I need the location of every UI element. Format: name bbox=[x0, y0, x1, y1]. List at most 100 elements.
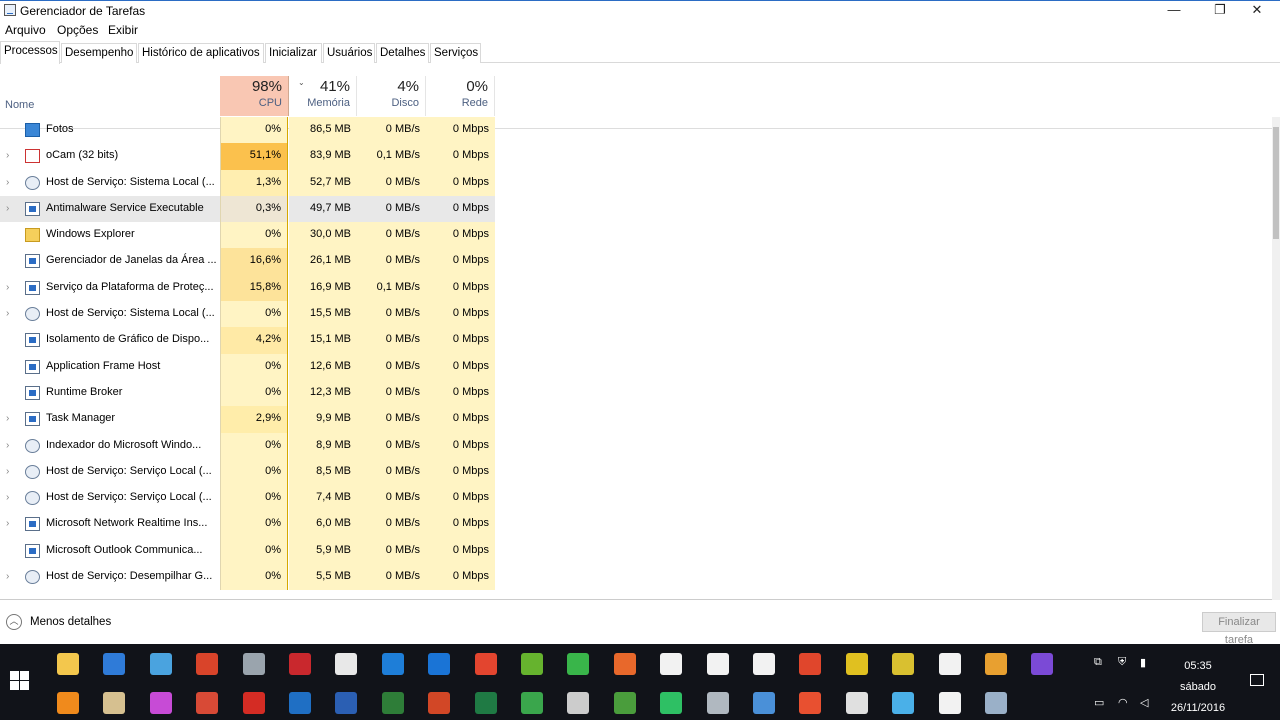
xbox-icon[interactable] bbox=[613, 692, 636, 714]
process-row[interactable]: › Serviço da Plataforma de Proteç... 15,8%… bbox=[0, 274, 1272, 302]
process-row[interactable]: › Host de Serviço: Sistema Local (... 1,3%… bbox=[0, 169, 1272, 196]
defender-tray-icon[interactable]: ⛨ bbox=[1118, 656, 1126, 669]
acrobat-icon[interactable] bbox=[242, 692, 265, 714]
start-button[interactable] bbox=[10, 671, 30, 691]
process-row[interactable]: › Host de Serviço: Serviço Local (... 0% 7,… bbox=[0, 485, 1272, 512]
media-icon[interactable] bbox=[799, 653, 822, 675]
gadget-icon[interactable] bbox=[753, 692, 775, 714]
tab-servicos[interactable]: Serviços bbox=[430, 43, 481, 63]
process-row[interactable]: Application Frame Host 0% 12,6 MB 0 MB/s 0 M… bbox=[0, 353, 1272, 380]
utorrent-icon[interactable] bbox=[521, 653, 543, 675]
picasa-icon[interactable] bbox=[149, 692, 172, 714]
vlc-icon[interactable] bbox=[57, 692, 79, 714]
filezilla-icon[interactable] bbox=[289, 653, 311, 675]
menu-opcoes[interactable]: Opções bbox=[57, 23, 98, 37]
process-row[interactable]: › Microsoft Network Realtime Ins... 0% 6,0 … bbox=[0, 511, 1272, 538]
chevron-up-icon[interactable]: ︿ bbox=[6, 614, 22, 630]
tab-desempenho[interactable]: Desempenho bbox=[61, 43, 137, 63]
clock[interactable]: 05:35 sábado 26/11/2016 bbox=[1170, 656, 1226, 719]
camtasia-icon[interactable] bbox=[521, 692, 543, 714]
process-row[interactable]: Windows Explorer 0% 30,0 MB 0 MB/s 0 Mbps bbox=[0, 222, 1272, 249]
control-panel-icon[interactable] bbox=[149, 653, 172, 675]
minimize-button[interactable]: — bbox=[1151, 1, 1197, 21]
expand-chevron-icon[interactable]: › bbox=[6, 413, 9, 424]
battery-icon[interactable]: ▭ bbox=[1094, 696, 1104, 709]
file-explorer-icon[interactable] bbox=[57, 653, 79, 675]
expand-chevron-icon[interactable]: › bbox=[6, 308, 9, 319]
column-cpu[interactable]: 98% CPU bbox=[220, 76, 289, 116]
ccleaner-icon[interactable] bbox=[196, 653, 219, 675]
tab-detalhes[interactable]: Detalhes bbox=[376, 43, 429, 63]
process-row[interactable]: › Host de Serviço: Desempilhar G... 0% 5,5 … bbox=[0, 564, 1272, 591]
expand-chevron-icon[interactable]: › bbox=[6, 282, 9, 293]
column-network[interactable]: 0% Rede bbox=[426, 76, 495, 116]
mega-icon[interactable] bbox=[613, 653, 636, 675]
remote-desktop-icon[interactable] bbox=[242, 653, 265, 675]
monitor-icon[interactable] bbox=[892, 692, 915, 714]
photos-taskbar-icon[interactable] bbox=[938, 692, 961, 714]
robot-icon[interactable] bbox=[845, 692, 868, 714]
vertical-scrollbar[interactable] bbox=[1272, 117, 1280, 600]
process-row[interactable]: › oCam (32 bits) 51,1% 83,9 MB 0,1 MB/s 0 Mbp… bbox=[0, 143, 1272, 170]
box-icon[interactable] bbox=[799, 692, 822, 714]
process-row[interactable]: Runtime Broker 0% 12,3 MB 0 MB/s 0 Mbps bbox=[0, 379, 1272, 407]
video-icon[interactable] bbox=[985, 653, 1007, 675]
menu-arquivo[interactable]: Arquivo bbox=[5, 23, 46, 37]
process-row[interactable]: › Host de Serviço: Serviço Local (... 0% 8,… bbox=[0, 458, 1272, 486]
end-task-button[interactable]: Finalizar tarefa bbox=[1202, 612, 1276, 646]
display-tray-icon[interactable]: ▮ bbox=[1140, 656, 1146, 669]
close-button[interactable]: ✕ bbox=[1234, 1, 1280, 21]
task-manager-taskbar-icon[interactable] bbox=[985, 692, 1007, 714]
tab-inicializar[interactable]: Inicializar bbox=[265, 43, 322, 63]
process-row[interactable]: › Host de Serviço: Sistema Local (... 0% 15… bbox=[0, 301, 1272, 328]
expand-chevron-icon[interactable]: › bbox=[6, 571, 9, 582]
column-memory[interactable]: 41% Memória bbox=[289, 76, 357, 116]
disc-icon[interactable] bbox=[845, 653, 868, 675]
expand-chevron-icon[interactable]: › bbox=[6, 177, 9, 188]
column-disk[interactable]: 4% Disco bbox=[357, 76, 426, 116]
tab-historico[interactable]: Histórico de aplicativos bbox=[138, 43, 264, 63]
scrollbar-thumb[interactable] bbox=[1273, 127, 1279, 239]
dvd-icon[interactable] bbox=[892, 653, 915, 675]
project-icon[interactable] bbox=[381, 692, 404, 714]
expand-chevron-icon[interactable]: › bbox=[6, 492, 9, 503]
process-row[interactable]: Microsoft Outlook Communica... 0% 5,9 MB 0 … bbox=[0, 537, 1272, 565]
outlook-icon[interactable] bbox=[289, 692, 311, 714]
calculator-icon[interactable] bbox=[706, 653, 729, 675]
excel-icon[interactable] bbox=[474, 692, 497, 714]
process-row[interactable]: Gerenciador de Janelas da Área ... 16,6% 2… bbox=[0, 248, 1272, 275]
expand-chevron-icon[interactable]: › bbox=[6, 466, 9, 477]
process-row[interactable]: › Antimalware Service Executable 0,3% 49,7 … bbox=[0, 195, 1272, 223]
expand-chevron-icon[interactable]: › bbox=[6, 150, 9, 161]
cable-icon[interactable] bbox=[567, 692, 590, 714]
expand-chevron-icon[interactable]: › bbox=[6, 440, 9, 451]
sync-icon[interactable] bbox=[196, 692, 219, 714]
mail-icon[interactable] bbox=[660, 653, 683, 675]
maps-icon[interactable] bbox=[567, 653, 590, 675]
network-tray-icon[interactable]: ⧉ bbox=[1094, 656, 1102, 669]
wifi-icon[interactable]: ◠ bbox=[1118, 696, 1128, 709]
process-row[interactable]: Fotos 0% 86,5 MB 0 MB/s 0 Mbps bbox=[0, 117, 1272, 144]
powerpoint-icon[interactable] bbox=[428, 692, 451, 714]
process-row[interactable]: Isolamento de Gráfico de Dispo... 4,2% 15,… bbox=[0, 327, 1272, 354]
ie-icon[interactable] bbox=[381, 653, 404, 675]
process-row[interactable]: › Task Manager 2,9% 9,9 MB 0 MB/s 0 Mbps bbox=[0, 406, 1272, 433]
word-icon[interactable] bbox=[335, 692, 358, 714]
defender-icon[interactable] bbox=[103, 653, 126, 675]
edge-icon[interactable] bbox=[428, 653, 451, 675]
menu-exibir[interactable]: Exibir bbox=[108, 23, 138, 37]
skate-icon[interactable] bbox=[706, 692, 729, 714]
notepad-icon[interactable] bbox=[335, 653, 358, 675]
column-name[interactable]: Nome bbox=[5, 99, 34, 111]
tab-usuarios[interactable]: Usuários bbox=[323, 43, 375, 63]
paint-icon[interactable] bbox=[103, 692, 126, 714]
expand-chevron-icon[interactable]: › bbox=[6, 518, 9, 529]
process-row[interactable]: › Indexador do Microsoft Windo... 0% 8,9 MB… bbox=[0, 432, 1272, 459]
whatsapp-icon[interactable] bbox=[660, 692, 683, 714]
less-details-link[interactable]: Menos detalhes bbox=[30, 616, 111, 628]
groove-icon[interactable] bbox=[938, 653, 961, 675]
chrome-icon[interactable] bbox=[474, 653, 497, 675]
volume-icon[interactable]: ◁ bbox=[1140, 696, 1148, 709]
visual-studio-icon[interactable] bbox=[1031, 653, 1054, 675]
expand-chevron-icon[interactable]: › bbox=[6, 203, 9, 214]
